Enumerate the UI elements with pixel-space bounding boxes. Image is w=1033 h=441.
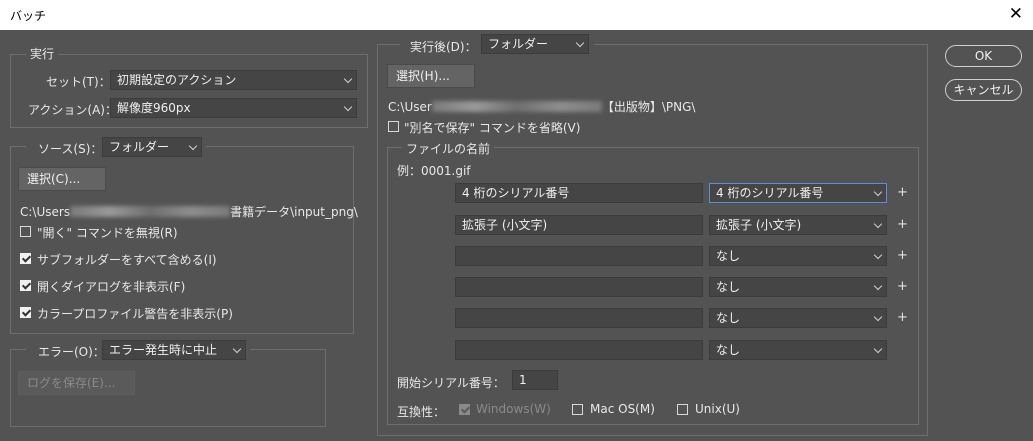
naming-field-5[interactable] [455,308,703,328]
starting-serial-input[interactable]: 1 [512,370,558,390]
naming-select-5[interactable]: なし [709,308,887,328]
include-subfolders-checkbox[interactable] [20,253,31,264]
set-label: セット(T)： [46,75,111,89]
naming-field-3[interactable] [455,246,703,266]
suppress-color-warnings-label: カラープロファイル警告を非表示(P) [37,307,233,321]
errors-value: エラー発生時に中止 [109,343,218,357]
compat-label: 互換性： [397,405,446,419]
compat-unix-checkbox[interactable] [677,404,688,415]
chevron-down-icon [188,141,198,151]
naming-select-1[interactable]: 4 桁のシリアル番号 [709,183,887,203]
source-choose-button[interactable]: 選択(C)... [18,167,106,191]
chevron-down-icon [873,250,883,260]
destination-label: 実行後(D)： [410,40,477,54]
redacted-blur [431,101,602,112]
chevron-down-icon [873,281,883,291]
add-row-button-1[interactable]: + [897,185,908,200]
file-naming-example: 例：0001.gif [397,164,471,178]
action-value: 解像度960px [117,101,191,115]
naming-field-4[interactable] [455,277,703,297]
cancel-button[interactable]: キャンセル [945,79,1022,101]
chevron-down-icon [343,74,353,84]
chevron-down-icon [232,344,242,354]
ok-button[interactable]: OK [945,45,1022,67]
set-value: 初期設定のアクション [117,73,237,87]
source-value: フォルダー [109,140,170,154]
window-title: バッチ [10,9,47,23]
chevron-down-icon [873,219,883,229]
destination-choose-button[interactable]: 選択(H)... [387,64,475,88]
ignore-open-checkbox[interactable] [20,226,31,237]
chevron-down-icon [873,344,883,354]
chevron-down-icon [575,38,585,48]
source-path: C:\Users 書籍データ\input_png\ [20,205,358,219]
save-log-button[interactable]: ログを保存(E)... [18,371,135,395]
play-group-label: 実行 [26,45,59,62]
naming-field-6[interactable] [455,340,703,360]
add-row-button-4[interactable]: + [897,279,908,294]
naming-select-2[interactable]: 拡張子 (小文字) [709,215,887,235]
redacted-blur [70,206,231,217]
starting-serial-label: 開始シリアル番号： [397,376,505,390]
set-dropdown[interactable]: 初期設定のアクション [110,70,357,90]
include-subfolders-label: サブフォルダーをすべて含める(I) [37,253,217,267]
add-row-button-3[interactable]: + [897,248,908,263]
compat-windows-label: Windows(W) [476,402,551,416]
chevron-down-icon [873,187,883,197]
suppress-color-warnings-checkbox[interactable] [20,307,31,318]
naming-field-1[interactable]: 4 桁のシリアル番号 [455,183,703,203]
naming-select-4[interactable]: なし [709,277,887,297]
compat-macos-label: Mac OS(M) [590,402,655,416]
destination-value: フォルダー [488,37,549,51]
override-save-as-label: "別名で保存" コマンドを省略(V) [404,121,581,135]
override-save-as-checkbox[interactable] [388,121,399,132]
action-dropdown[interactable]: 解像度960px [110,98,357,118]
add-row-button-2[interactable]: + [897,217,908,232]
naming-select-3[interactable]: なし [709,246,887,266]
naming-select-6[interactable]: なし [709,340,887,360]
action-label: アクション(A)： [28,103,117,117]
close-icon[interactable]: ✕ [1009,4,1023,24]
title-bar: バッチ ✕ [0,0,1033,30]
chevron-down-icon [343,102,353,112]
source-dropdown[interactable]: フォルダー [102,137,202,157]
errors-dropdown[interactable]: エラー発生時に中止 [102,340,246,360]
file-naming-label: ファイルの名前 [402,140,495,157]
chevron-down-icon [873,312,883,322]
errors-label: エラー(O)： [38,345,105,359]
naming-field-2[interactable]: 拡張子 (小文字) [455,215,703,235]
destination-path: C:\User 【出版物】\PNG\ [388,100,696,114]
destination-dropdown[interactable]: フォルダー [481,34,589,54]
compat-windows-checkbox [459,404,470,415]
suppress-open-dialogs-label: 開くダイアログを非表示(F) [37,280,186,294]
suppress-open-dialogs-checkbox[interactable] [20,280,31,291]
compat-unix-label: Unix(U) [695,402,740,416]
add-row-button-5[interactable]: + [897,310,908,325]
source-label: ソース(S)： [38,142,103,156]
compat-macos-checkbox[interactable] [572,404,583,415]
ignore-open-label: "開く" コマンドを無視(R) [37,226,178,240]
